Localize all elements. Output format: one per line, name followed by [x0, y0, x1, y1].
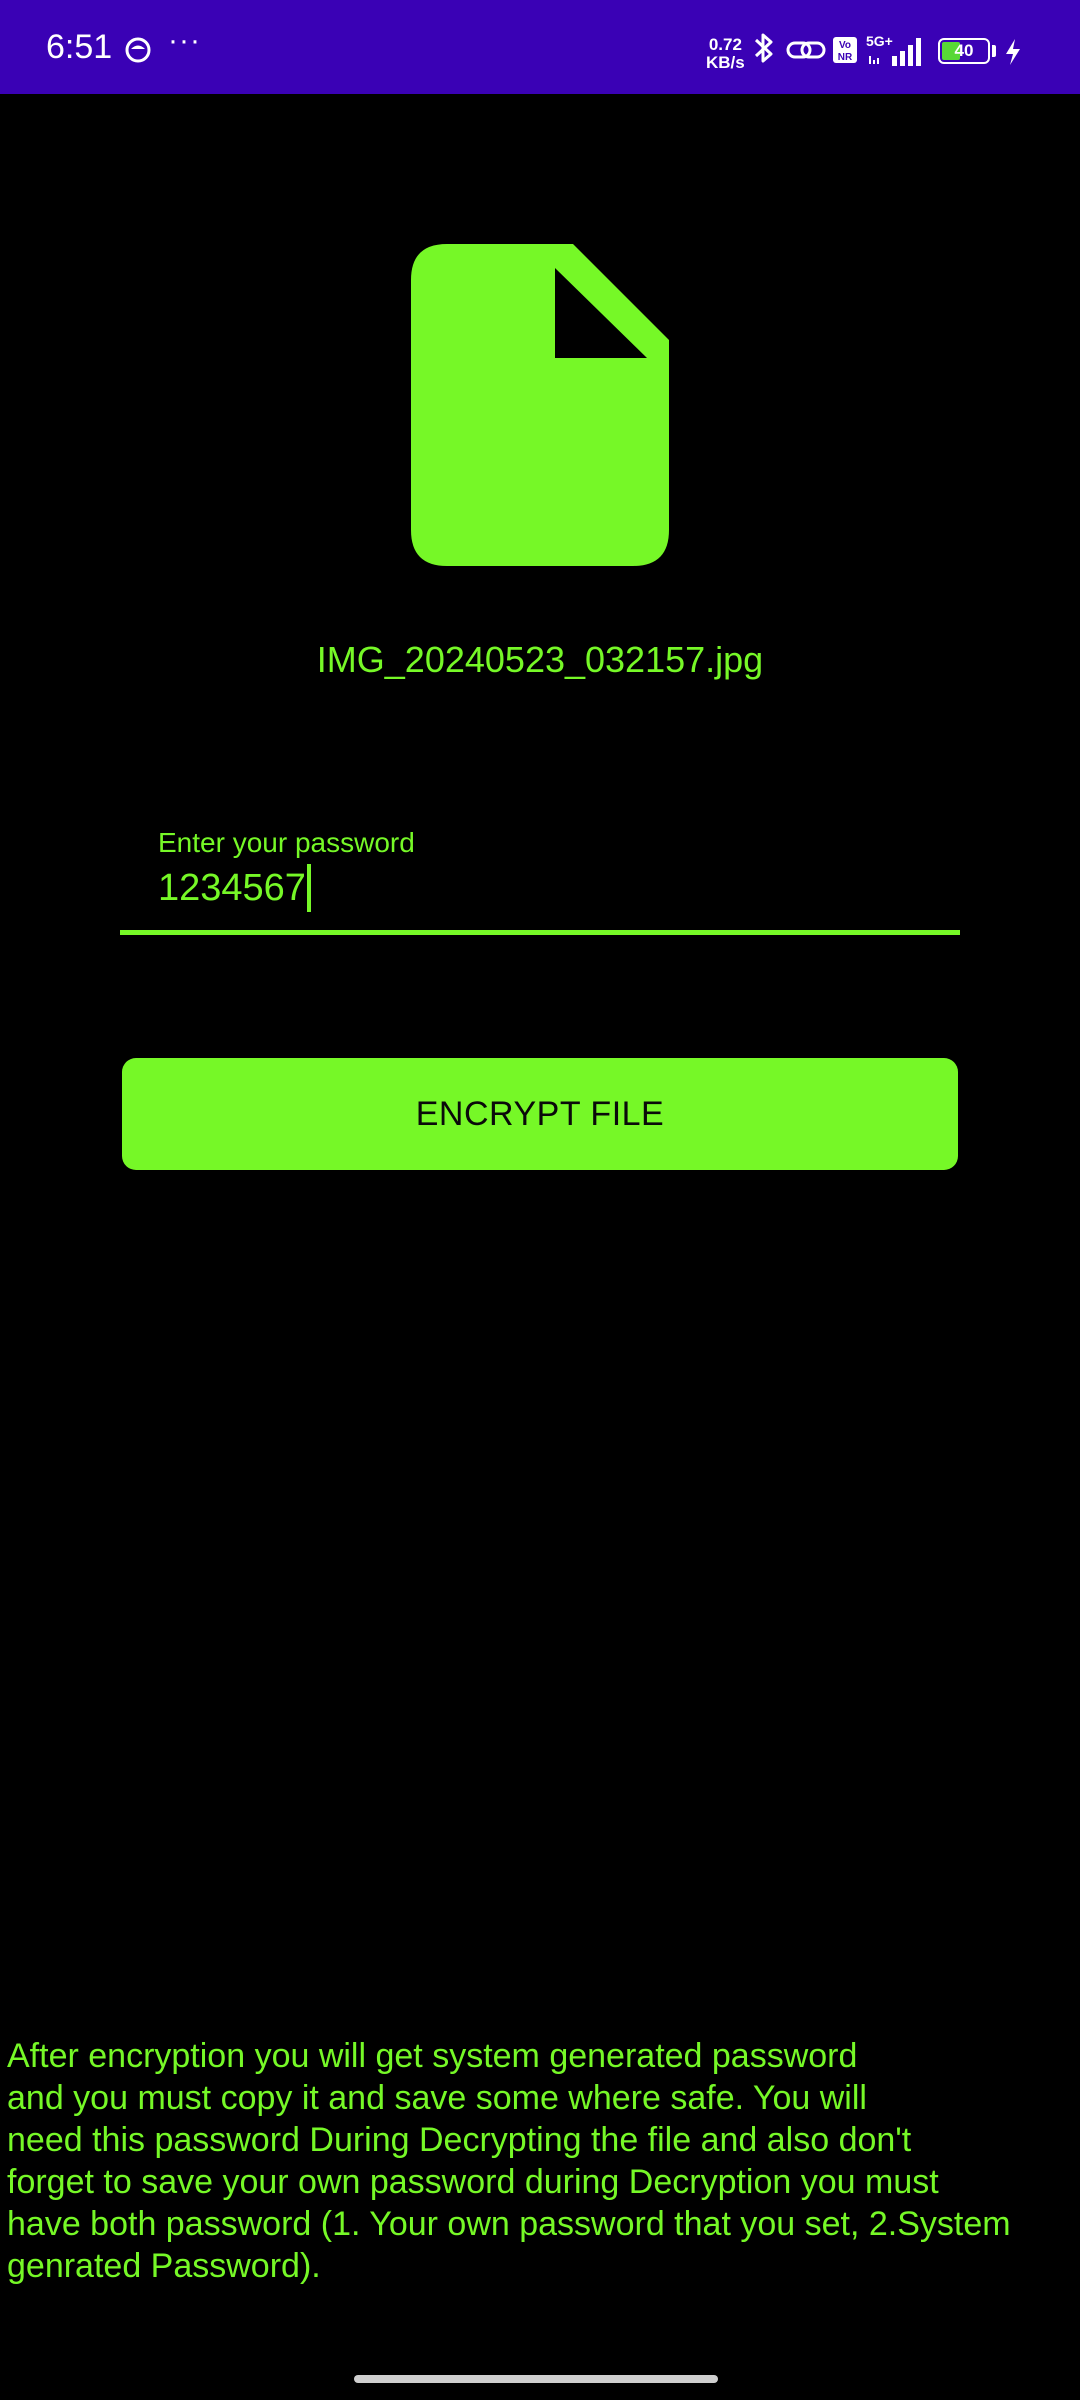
- app-notification-icon: [124, 36, 152, 64]
- info-line: and you must copy it and save some where…: [7, 2079, 867, 2117]
- status-bar: 6:51 ··· 0.72 KB/s Vo NR 5G+ 40: [0, 0, 1080, 94]
- link-icon: [786, 38, 826, 67]
- info-line: have both password (1. Your own password…: [7, 2205, 1011, 2243]
- battery-level: 40: [954, 41, 974, 60]
- password-input[interactable]: 1234567: [158, 862, 311, 914]
- file-name: IMG_20240523_032157.jpg: [316, 639, 764, 680]
- battery-icon: 40: [938, 38, 990, 64]
- info-line: forget to save your own password during …: [7, 2163, 939, 2201]
- home-indicator[interactable]: [354, 2375, 718, 2383]
- network-type: 5G+: [866, 34, 893, 49]
- info-line: After encryption you will get system gen…: [7, 2037, 858, 2075]
- volte-text-top: Vo: [839, 40, 851, 51]
- info-line: need this password During Decrypting the…: [7, 2121, 912, 2159]
- password-value: 1234567: [158, 867, 306, 909]
- volte-text-bottom: NR: [838, 52, 853, 63]
- signal-icon: 5G+: [866, 33, 928, 73]
- volte-icon: Vo NR: [832, 36, 858, 69]
- info-line: genrated Password).: [7, 2247, 321, 2285]
- speed-value: 0.72: [708, 35, 742, 54]
- password-field-label: Enter your password: [158, 827, 415, 858]
- network-speed: 0.72 KB/s: [706, 36, 745, 72]
- encryption-info-text: After encryption you will get system gen…: [7, 2035, 1075, 2287]
- battery-tip: [992, 45, 996, 57]
- password-field-underline: [120, 930, 960, 935]
- encrypt-file-button[interactable]: ENCRYPT FILE: [122, 1058, 958, 1170]
- text-cursor: [306, 864, 311, 912]
- more-notifications-icon: ···: [168, 24, 201, 57]
- bluetooth-icon: [752, 30, 776, 71]
- file-icon: [411, 244, 669, 566]
- speed-unit: KB/s: [706, 53, 745, 72]
- encrypt-screen: 6:51 ··· 0.72 KB/s Vo NR 5G+ 40 IMG_2024…: [0, 0, 1080, 2400]
- status-time: 6:51: [46, 28, 113, 66]
- charging-icon: [1004, 38, 1022, 71]
